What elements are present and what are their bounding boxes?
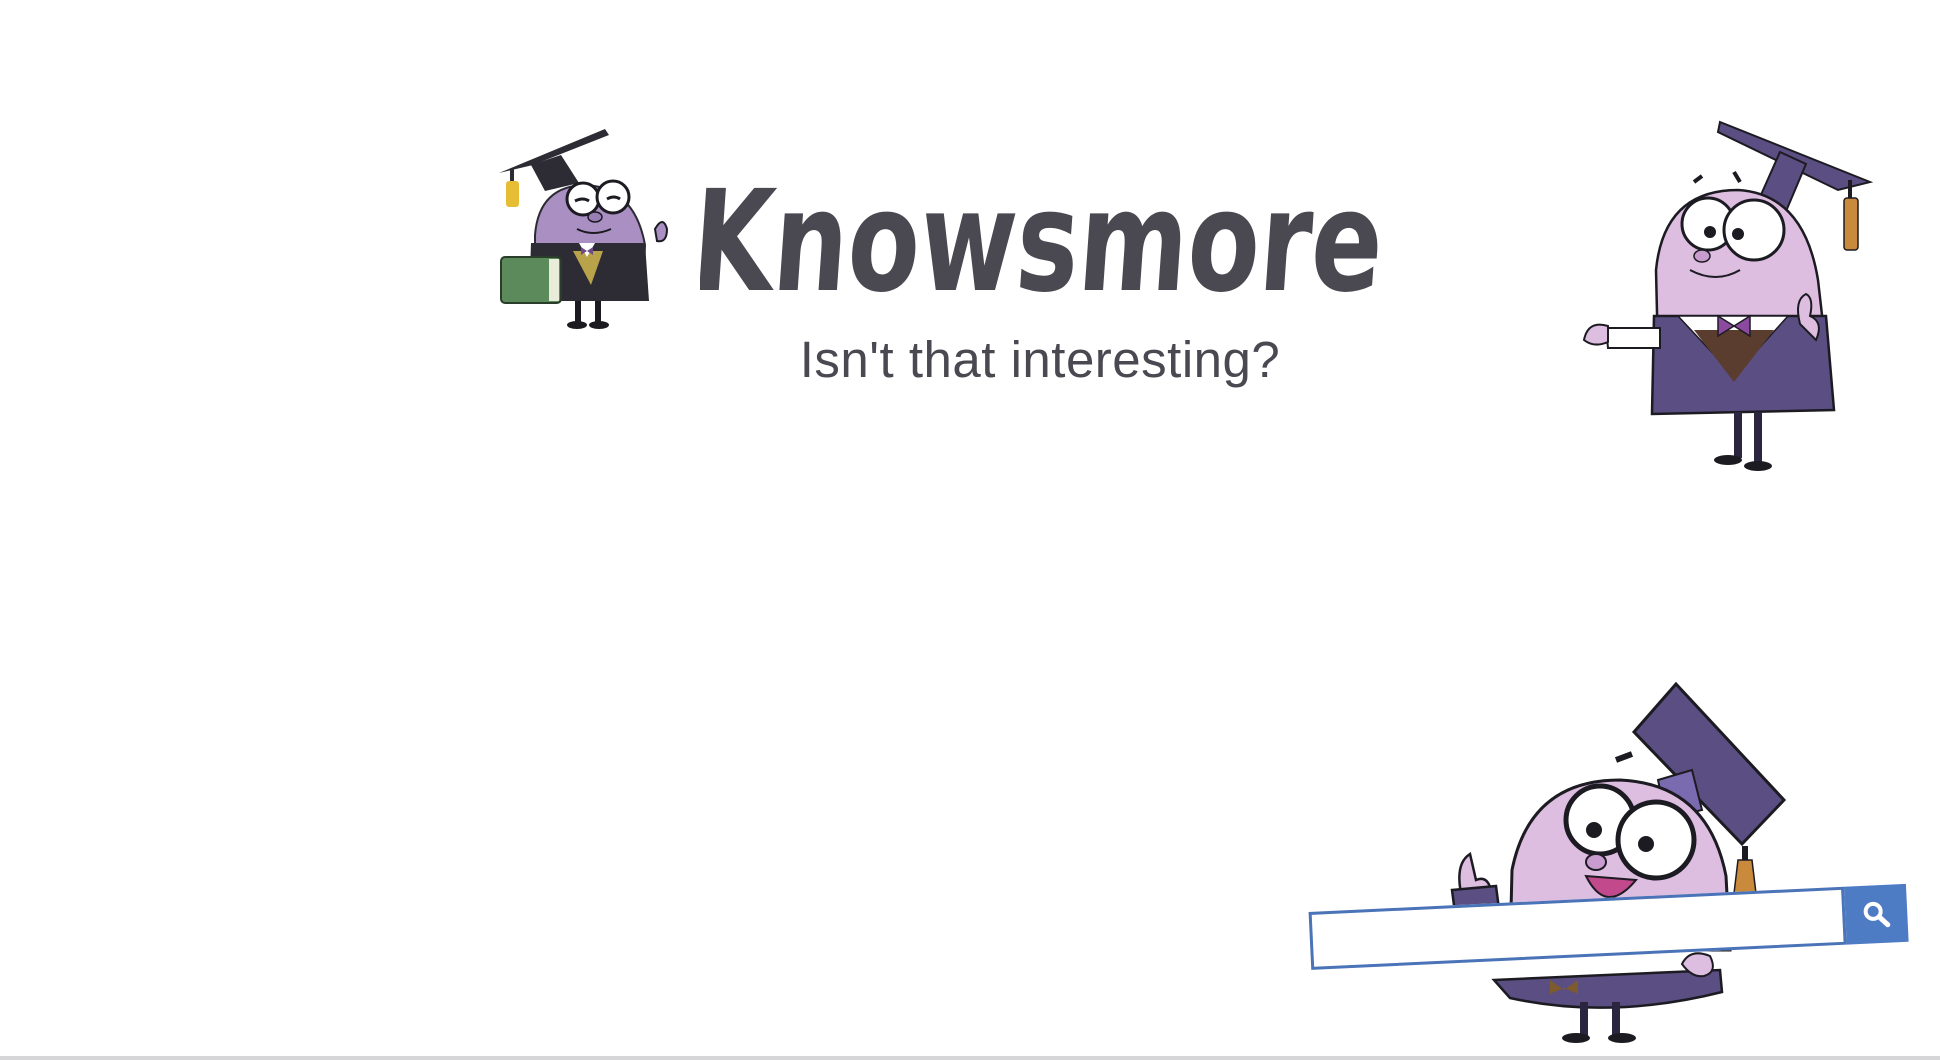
search-input[interactable] [1308, 886, 1847, 970]
search-icon [1863, 901, 1891, 928]
logo-wordmark: Knowsmore [687, 140, 1420, 330]
mascot-holding-search [1450, 681, 1787, 1043]
bottom-divider [0, 1056, 1940, 1060]
mascot-with-book [499, 129, 669, 329]
search-button[interactable] [1843, 883, 1909, 945]
mascot-pointing [1582, 120, 1874, 471]
search-bar [1308, 872, 1911, 982]
logo-text: Knowsmore [700, 161, 1389, 324]
